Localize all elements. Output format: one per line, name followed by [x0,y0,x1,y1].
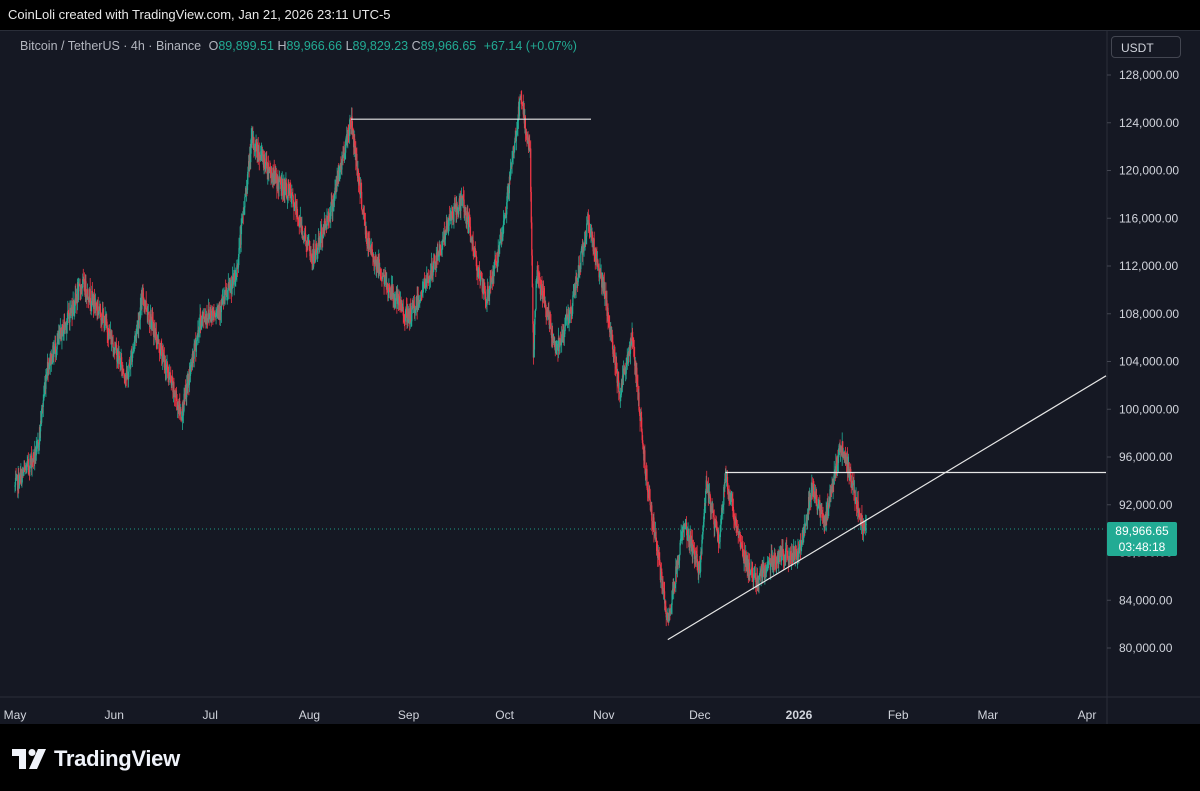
low-value: 89,829.23 [352,39,409,53]
symbol-legend: Bitcoin / TetherUS · 4h · Binance O89,89… [20,39,577,53]
change-value: +67.14 (+0.07%) [483,39,577,53]
candle-body [18,484,20,489]
candle-body [810,489,812,501]
candle-body [145,300,147,310]
time-tick-label: May [4,708,27,722]
candle-body [724,478,726,489]
candle-body [518,99,521,117]
drawings-layer [10,118,1107,641]
candle-body [361,191,363,210]
candle-body [305,234,307,241]
tradingview-brand: TradingView [54,746,180,771]
symbol-title: Bitcoin / TetherUS · 4h · Binance [20,39,202,53]
price-tick-label: 100,000.00 [1119,402,1179,416]
candle-body [572,295,574,307]
open-value: 89,899.51 [218,39,274,53]
currency-button[interactable]: USDT [1111,36,1181,58]
high-value: 89,966.66 [286,39,343,53]
time-tick-label: Nov [593,708,614,722]
time-tick-label: Jul [203,708,218,722]
candle-body [785,548,787,561]
candle-body [285,182,288,197]
bar-countdown: 03:48:18 [1118,540,1166,554]
candle-body [865,524,867,525]
price-tick-label: 80,000.00 [1119,641,1173,655]
close-value: 89,966.65 [420,39,477,53]
candle-body [749,574,751,577]
time-axis: May Jun Jul Aug Sep Oct Nov Dec 2026 Feb Mar Apr [0,696,1200,722]
price-tick-label: 104,000.00 [1119,355,1179,369]
chart-attribution: CoinLoli created with TradingView.com, J… [0,0,1200,30]
price-tick-label: 92,000.00 [1119,498,1173,512]
time-tick-label: 2026 [786,708,813,722]
time-tick-label: Jun [105,708,124,722]
candles-layer [14,90,867,627]
low-label: L [345,39,353,53]
time-tick-label: Oct [495,708,514,722]
price-tick-label: 112,000.00 [1119,259,1178,273]
price-tick-label: 124,000.00 [1119,116,1179,130]
candle-body [138,319,140,329]
close-label: C [411,39,421,53]
time-tick-label: Dec [689,708,710,722]
open-label: O [208,39,219,53]
candle-body [244,196,246,208]
candle-body [678,554,681,561]
chart-area[interactable]: 128,000.00 124,000.00 120,000.00 116,000.00… [0,30,1200,725]
candle-body [192,351,194,358]
time-tick-label: Aug [299,708,320,722]
candle-body [649,499,651,506]
candle-body [42,400,44,408]
candle-body [514,141,516,151]
footer: TradingView [0,724,1200,791]
candle-body [356,153,358,170]
last-price-tag: 89,966.65 03:48:18 [1107,522,1177,556]
candle-body [158,339,160,349]
candle-body [77,284,80,300]
time-tick-label: Sep [398,708,420,722]
candle-body [206,314,208,321]
candle-body [502,220,505,233]
tradingview-logo-icon [12,749,46,769]
price-tick-label: 116,000.00 [1119,211,1178,225]
last-price: 89,966.65 [1115,524,1169,538]
price-tick-label: 108,000.00 [1119,307,1179,321]
price-tick-label: 84,000.00 [1119,593,1173,607]
price-axis: 128,000.00 124,000.00 120,000.00 116,000.00… [1106,31,1179,725]
candle-body [472,240,474,248]
candle-body [850,468,852,482]
candle-body [798,553,800,558]
candle-body [586,223,588,237]
candle-body [638,410,641,414]
candle-body [266,156,268,169]
price-tick-label: 120,000.00 [1119,164,1179,178]
candle-body [531,255,533,288]
time-tick-label: Apr [1078,708,1097,722]
time-tick-label: Mar [977,708,998,722]
candle-body [132,350,134,355]
candle-body [532,287,534,324]
price-tick-label: 96,000.00 [1119,450,1173,464]
candle-body [432,271,434,276]
tradingview-logo: TradingView [12,745,180,773]
price-chart[interactable]: 128,000.00 124,000.00 120,000.00 116,000.00… [0,31,1200,725]
candle-body [580,252,582,270]
candle-body [625,366,627,374]
time-tick-label: Feb [888,708,909,722]
candle-body [87,289,89,298]
price-tick-label: 128,000.00 [1119,68,1179,82]
candle-body [717,530,720,543]
candle-body [580,248,582,253]
candle-body [358,177,361,184]
candle-body [530,148,532,192]
candle-body [770,563,772,570]
